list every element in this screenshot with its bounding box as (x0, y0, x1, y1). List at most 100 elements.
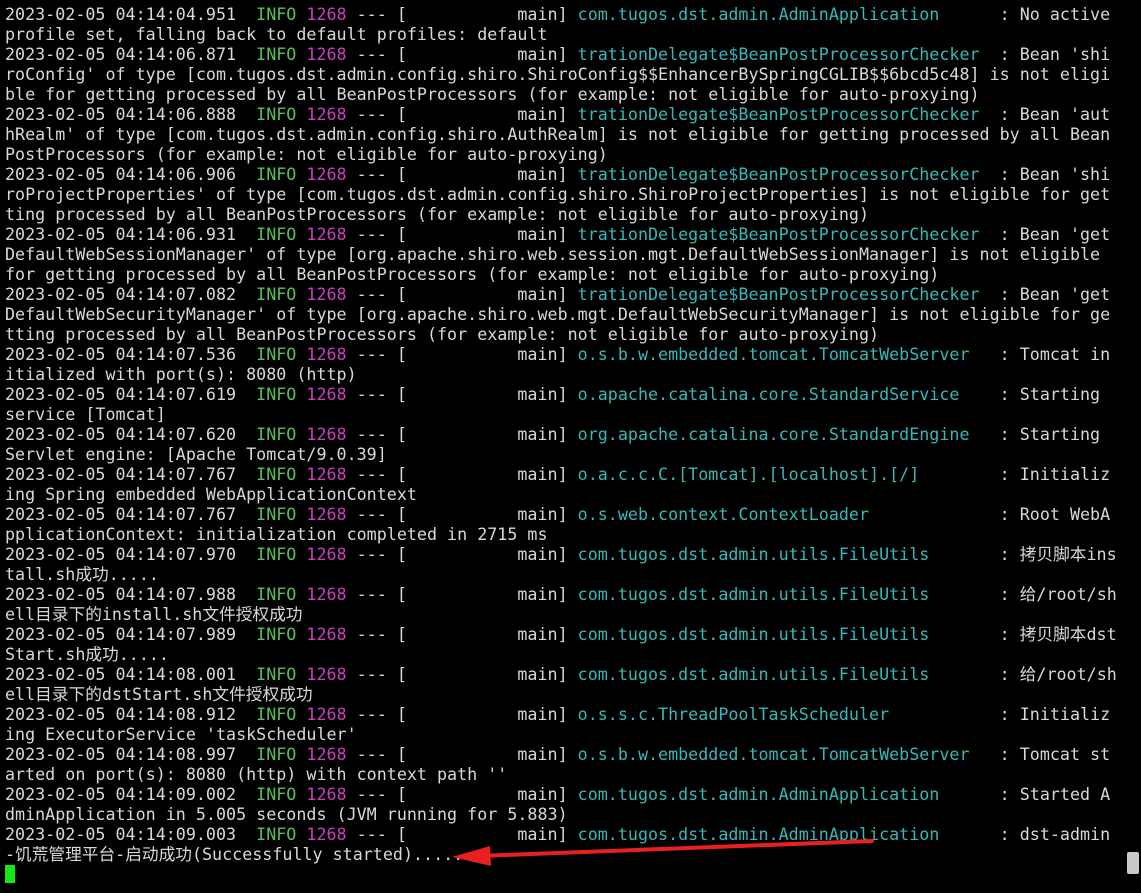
log-timestamp: 2023-02-05 04:14:07.989 (5, 624, 237, 644)
log-separator: --- (356, 104, 387, 124)
block-cursor-icon (5, 865, 15, 883)
log-entry: 2023-02-05 04:14:07.536 INFO 1268 --- [ … (5, 344, 1117, 384)
log-pid: 1268 (306, 224, 347, 244)
log-separator: --- (356, 704, 387, 724)
log-timestamp: 2023-02-05 04:14:09.003 (5, 824, 237, 844)
log-entry: 2023-02-05 04:14:09.002 INFO 1268 --- [ … (5, 784, 1117, 824)
log-separator: --- (356, 284, 387, 304)
log-logger: com.tugos.dst.admin.utils.FileUtils (577, 624, 990, 644)
log-thread: [ main] (396, 704, 568, 724)
log-timestamp: 2023-02-05 04:14:07.988 (5, 584, 237, 604)
log-entry: 2023-02-05 04:14:06.931 INFO 1268 --- [ … (5, 224, 1117, 284)
log-thread: [ main] (396, 44, 568, 64)
log-separator: --- (356, 384, 387, 404)
log-pid: 1268 (306, 664, 347, 684)
log-timestamp: 2023-02-05 04:14:06.888 (5, 104, 237, 124)
log-pid: 1268 (306, 504, 347, 524)
log-output: 2023-02-05 04:14:04.951 INFO 1268 --- [ … (5, 4, 1117, 884)
log-thread: [ main] (396, 664, 568, 684)
log-separator: --- (356, 44, 387, 64)
log-level: INFO (256, 704, 297, 724)
log-thread: [ main] (396, 824, 568, 844)
log-timestamp: 2023-02-05 04:14:07.536 (5, 344, 237, 364)
scrollbar-thumb[interactable] (1127, 852, 1139, 874)
log-pid: 1268 (306, 744, 347, 764)
log-thread: [ main] (396, 624, 568, 644)
log-timestamp: 2023-02-05 04:14:07.082 (5, 284, 237, 304)
log-thread: [ main] (396, 744, 568, 764)
log-entry: 2023-02-05 04:14:07.619 INFO 1268 --- [ … (5, 384, 1117, 424)
log-timestamp: 2023-02-05 04:14:08.001 (5, 664, 237, 684)
terminal-window[interactable]: 2023-02-05 04:14:04.951 INFO 1268 --- [ … (0, 0, 1141, 893)
log-logger: com.tugos.dst.admin.AdminApplication (577, 784, 990, 804)
log-thread: [ main] (396, 384, 568, 404)
log-timestamp: 2023-02-05 04:14:07.767 (5, 464, 237, 484)
log-entry: 2023-02-05 04:14:07.989 INFO 1268 --- [ … (5, 624, 1117, 664)
log-thread: [ main] (396, 344, 568, 364)
log-level: INFO (256, 104, 297, 124)
log-separator: --- (356, 544, 387, 564)
log-level: INFO (256, 784, 297, 804)
log-level: INFO (256, 4, 297, 24)
log-logger: trationDelegate$BeanPostProcessorChecker (577, 164, 990, 184)
log-timestamp: 2023-02-05 04:14:08.912 (5, 704, 237, 724)
log-pid: 1268 (306, 164, 347, 184)
log-thread: [ main] (396, 224, 568, 244)
log-logger: org.apache.catalina.core.StandardEngine (577, 424, 990, 444)
log-pid: 1268 (306, 624, 347, 644)
log-level: INFO (256, 544, 297, 564)
log-level: INFO (256, 224, 297, 244)
log-thread: [ main] (396, 424, 568, 444)
log-entry: 2023-02-05 04:14:07.767 INFO 1268 --- [ … (5, 464, 1117, 504)
log-pid: 1268 (306, 104, 347, 124)
log-entry: 2023-02-05 04:14:06.888 INFO 1268 --- [ … (5, 104, 1117, 164)
log-logger: com.tugos.dst.admin.utils.FileUtils (577, 544, 990, 564)
log-entry: 2023-02-05 04:14:07.620 INFO 1268 --- [ … (5, 424, 1117, 464)
log-level: INFO (256, 384, 297, 404)
log-pid: 1268 (306, 4, 347, 24)
log-timestamp: 2023-02-05 04:14:08.997 (5, 744, 237, 764)
log-pid: 1268 (306, 584, 347, 604)
log-pid: 1268 (306, 384, 347, 404)
log-separator: --- (356, 824, 387, 844)
log-timestamp: 2023-02-05 04:14:07.767 (5, 504, 237, 524)
log-logger: o.a.c.c.C.[Tomcat].[localhost].[/] (577, 464, 990, 484)
log-entry: 2023-02-05 04:14:08.001 INFO 1268 --- [ … (5, 664, 1117, 704)
log-timestamp: 2023-02-05 04:14:06.906 (5, 164, 237, 184)
log-pid: 1268 (306, 704, 347, 724)
scrollbar[interactable] (1125, 0, 1141, 893)
log-entry: 2023-02-05 04:14:07.970 INFO 1268 --- [ … (5, 544, 1117, 584)
log-separator: --- (356, 4, 387, 24)
log-separator: --- (356, 424, 387, 444)
log-logger: o.s.s.c.ThreadPoolTaskScheduler (577, 704, 990, 724)
log-pid: 1268 (306, 284, 347, 304)
log-thread: [ main] (396, 464, 568, 484)
log-logger: o.s.web.context.ContextLoader (577, 504, 990, 524)
log-logger: o.s.b.w.embedded.tomcat.TomcatWebServer (577, 344, 990, 364)
log-pid: 1268 (306, 464, 347, 484)
log-logger: trationDelegate$BeanPostProcessorChecker (577, 44, 990, 64)
log-logger: com.tugos.dst.admin.utils.FileUtils (577, 664, 990, 684)
log-thread: [ main] (396, 284, 568, 304)
log-pid: 1268 (306, 424, 347, 444)
log-level: INFO (256, 824, 297, 844)
log-level: INFO (256, 584, 297, 604)
log-separator: --- (356, 624, 387, 644)
log-entry: 2023-02-05 04:14:09.003 INFO 1268 --- [ … (5, 824, 1117, 864)
log-pid: 1268 (306, 824, 347, 844)
prompt-line[interactable] (5, 864, 1117, 884)
log-separator: --- (356, 344, 387, 364)
log-thread: [ main] (396, 584, 568, 604)
log-level: INFO (256, 344, 297, 364)
log-pid: 1268 (306, 544, 347, 564)
log-separator: --- (356, 464, 387, 484)
log-logger: com.tugos.dst.admin.utils.FileUtils (577, 584, 990, 604)
log-logger: trationDelegate$BeanPostProcessorChecker (577, 284, 990, 304)
log-thread: [ main] (396, 504, 568, 524)
log-timestamp: 2023-02-05 04:14:06.931 (5, 224, 237, 244)
log-timestamp: 2023-02-05 04:14:04.951 (5, 4, 237, 24)
log-level: INFO (256, 624, 297, 644)
log-entry: 2023-02-05 04:14:07.082 INFO 1268 --- [ … (5, 284, 1117, 344)
log-timestamp: 2023-02-05 04:14:07.619 (5, 384, 237, 404)
log-separator: --- (356, 784, 387, 804)
